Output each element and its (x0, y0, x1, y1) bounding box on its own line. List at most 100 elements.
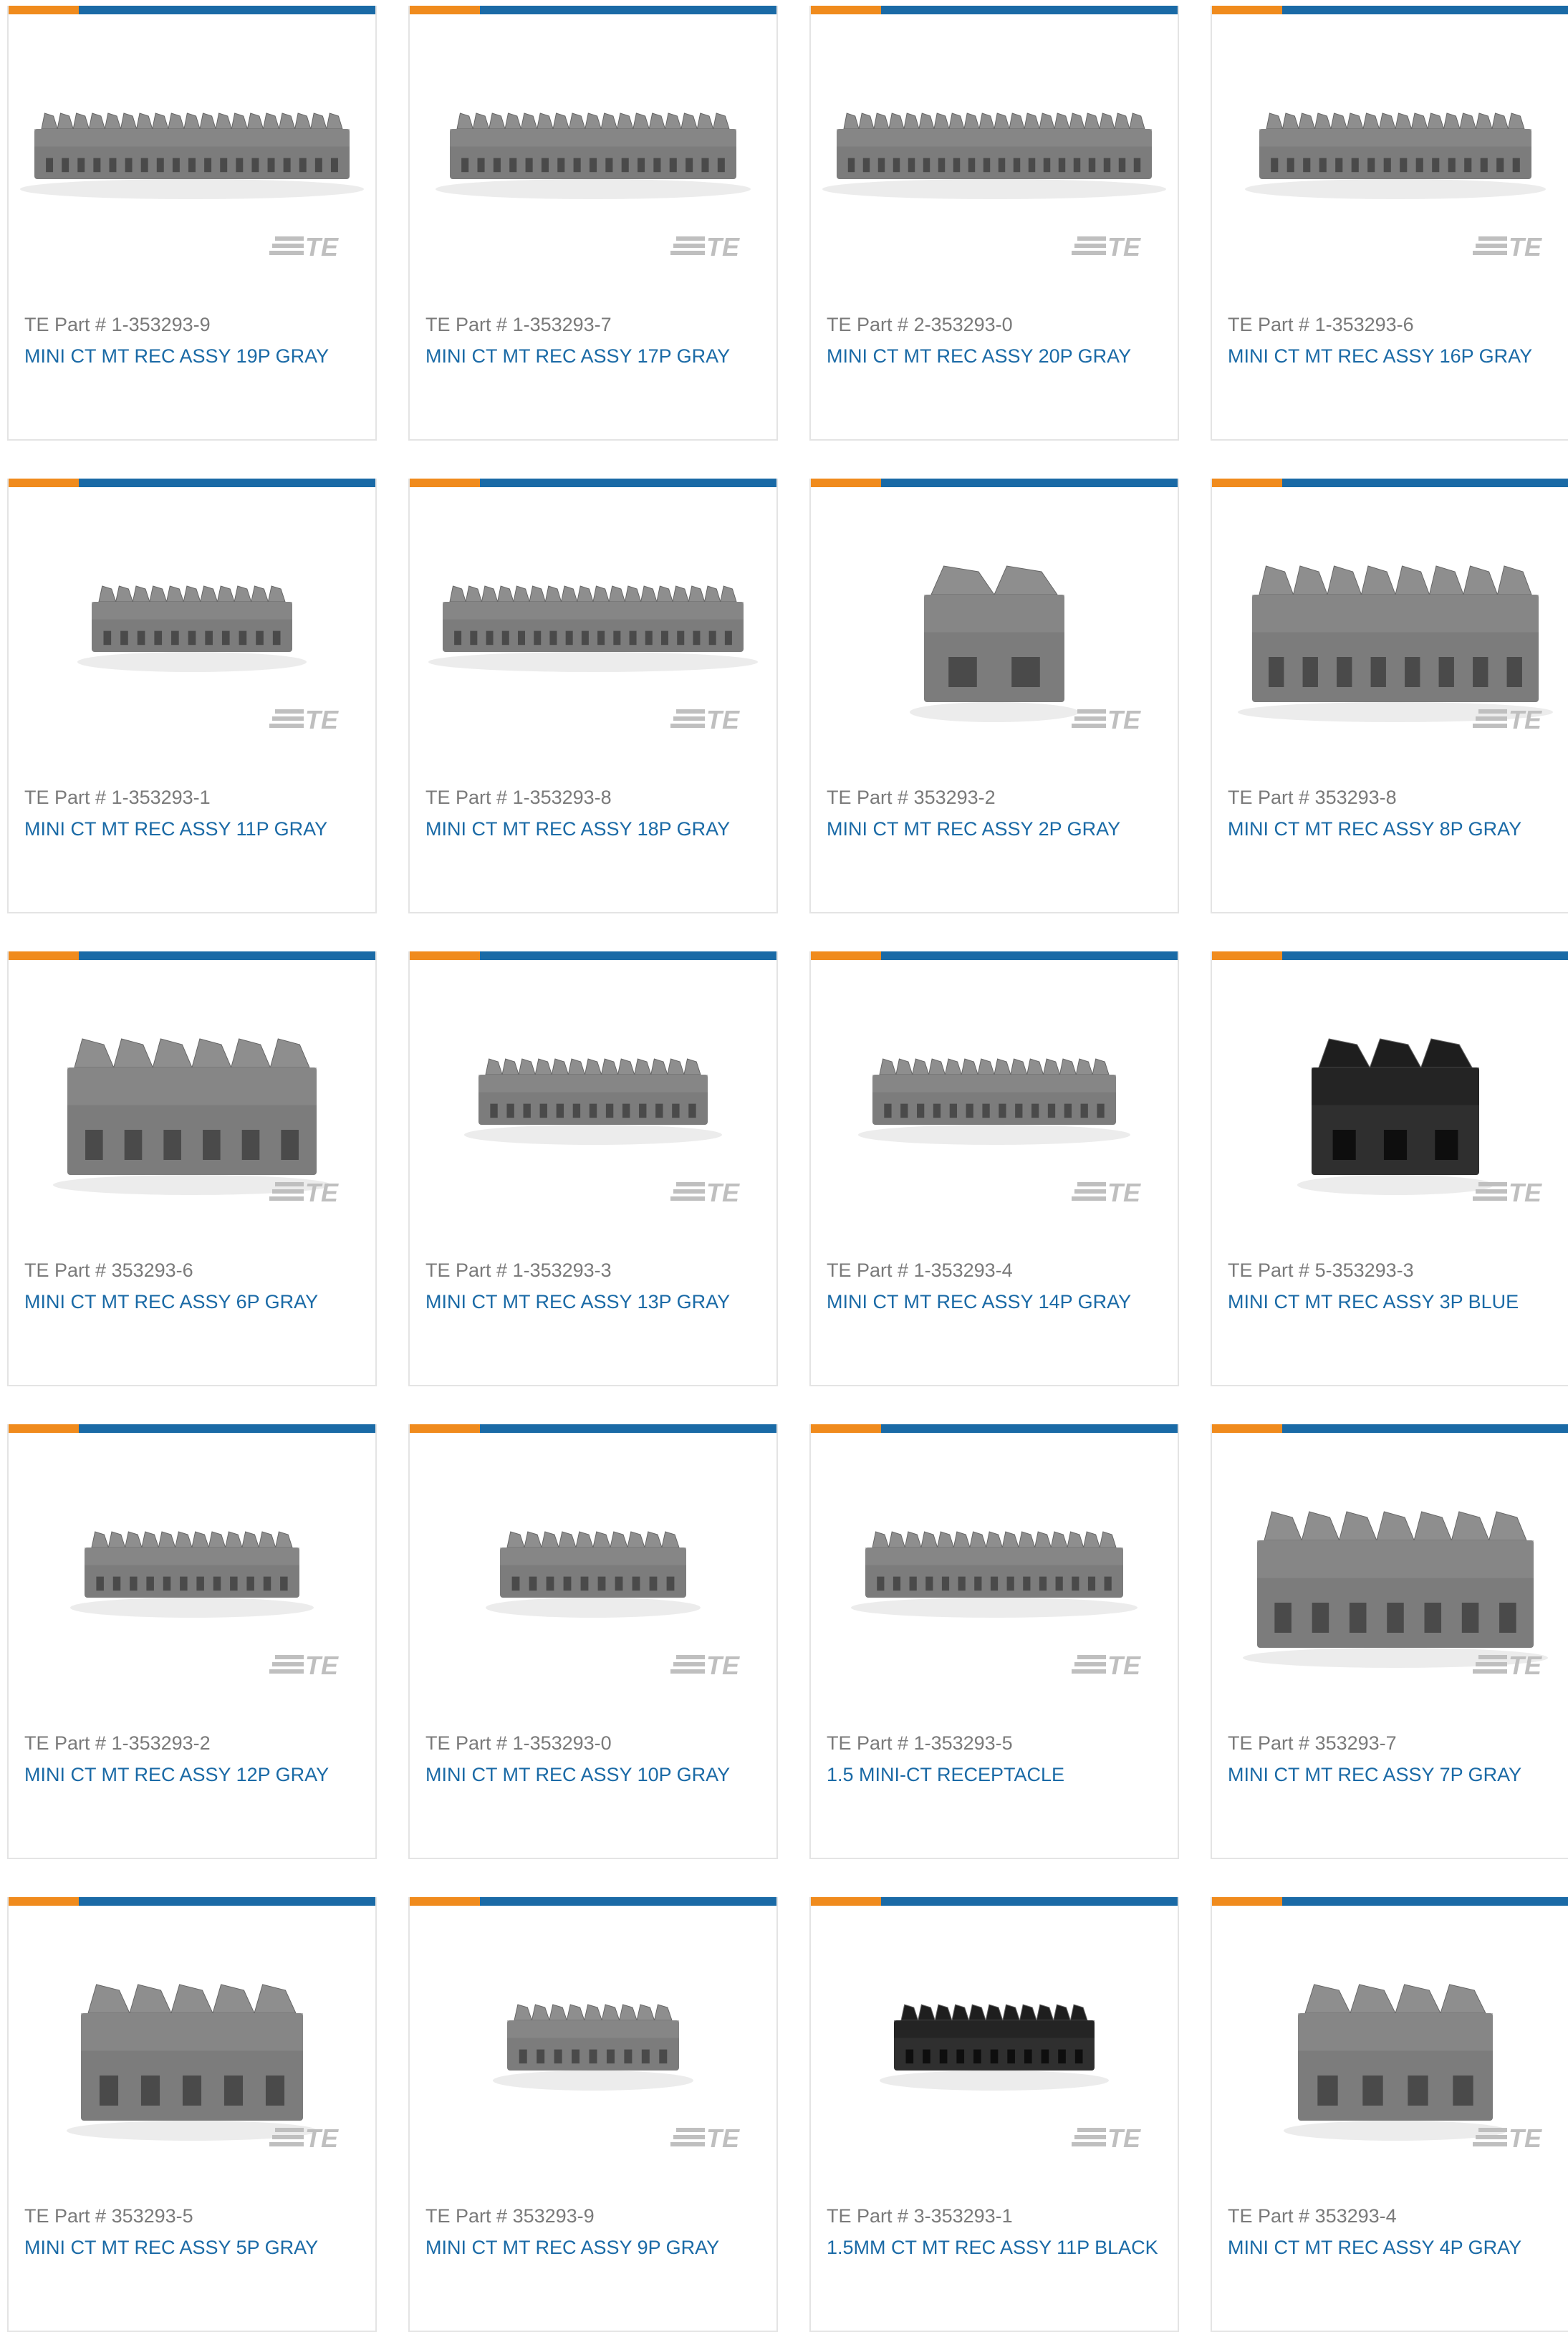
product-name-link[interactable]: MINI CT MT REC ASSY 14P GRAY (827, 1291, 1131, 1313)
product-card[interactable]: TE TE Part # 1-353293-2 MINI CT MT REC ASS… (7, 1424, 377, 1859)
part-number-label: TE Part # (24, 1732, 107, 1754)
part-number: TE Part # 353293-2 (827, 787, 996, 809)
product-name-link[interactable]: MINI CT MT REC ASSY 10P GRAY (425, 1764, 730, 1786)
product-name-link[interactable]: MINI CT MT REC ASSY 5P GRAY (24, 2237, 318, 2259)
product-name-link[interactable]: MINI CT MT REC ASSY 8P GRAY (1228, 818, 1521, 840)
part-number-value: 353293-6 (111, 1259, 193, 1281)
product-image[interactable]: TE (410, 487, 776, 759)
product-name-link[interactable]: MINI CT MT REC ASSY 16P GRAY (1228, 345, 1532, 368)
product-name-link[interactable]: MINI CT MT REC ASSY 18P GRAY (425, 818, 730, 840)
svg-text:TE: TE (1509, 705, 1542, 734)
product-image[interactable]: TE (811, 1906, 1178, 2178)
svg-text:TE: TE (1107, 1178, 1141, 1207)
part-number: TE Part # 5-353293-3 (1228, 1259, 1414, 1282)
product-name-link[interactable]: MINI CT MT REC ASSY 20P GRAY (827, 345, 1131, 368)
part-number-value: 1-353293-3 (512, 1259, 612, 1281)
part-number-value: 3-353293-1 (913, 2205, 1013, 2227)
product-image[interactable]: TE (9, 1433, 375, 1705)
product-card[interactable]: TE TE Part # 353293-7 MINI CT MT REC ASSY … (1211, 1424, 1568, 1859)
product-name-link[interactable]: MINI CT MT REC ASSY 6P GRAY (24, 1291, 318, 1313)
part-number-label: TE Part # (827, 314, 909, 335)
product-name-link[interactable]: MINI CT MT REC ASSY 12P GRAY (24, 1764, 329, 1786)
product-image[interactable]: TE (811, 487, 1178, 759)
product-name-link[interactable]: MINI CT MT REC ASSY 2P GRAY (827, 818, 1120, 840)
product-name-link[interactable]: MINI CT MT REC ASSY 13P GRAY (425, 1291, 730, 1313)
svg-text:TE: TE (305, 2124, 339, 2153)
product-image[interactable]: TE (811, 14, 1178, 287)
card-accent-bar (410, 1897, 776, 1906)
part-number-value: 1-353293-0 (512, 1732, 612, 1754)
card-accent-bar (811, 951, 1178, 960)
product-image[interactable]: TE (1212, 1906, 1568, 2178)
product-image[interactable]: TE (9, 14, 375, 287)
product-card[interactable]: TE TE Part # 1-353293-0 MINI CT MT REC ASS… (408, 1424, 778, 1859)
part-number: TE Part # 353293-7 (1228, 1732, 1397, 1755)
part-number-label: TE Part # (827, 787, 909, 808)
product-image[interactable]: TE (9, 960, 375, 1232)
svg-text:TE: TE (706, 1651, 740, 1680)
product-card[interactable]: TE TE Part # 1-353293-9 MINI CT MT REC ASS… (7, 6, 377, 441)
part-number-value: 353293-2 (913, 787, 996, 808)
product-image[interactable]: TE (1212, 487, 1568, 759)
product-name-link[interactable]: MINI CT MT REC ASSY 9P GRAY (425, 2237, 719, 2259)
part-number-value: 1-353293-7 (512, 314, 612, 335)
product-card[interactable]: TE TE Part # 5-353293-3 MINI CT MT REC ASS… (1211, 951, 1568, 1386)
product-card[interactable]: TE TE Part # 353293-6 MINI CT MT REC ASSY … (7, 951, 377, 1386)
part-number-value: 353293-4 (1314, 2205, 1397, 2227)
part-number: TE Part # 1-353293-8 (425, 787, 612, 809)
product-name-link[interactable]: 1.5MM CT MT REC ASSY 11P BLACK (827, 2237, 1158, 2259)
product-image[interactable]: TE (1212, 960, 1568, 1232)
product-image[interactable]: TE (1212, 1433, 1568, 1705)
card-accent-bar (410, 479, 776, 487)
part-number-label: TE Part # (1228, 1732, 1310, 1754)
product-card[interactable]: TE TE Part # 3-353293-1 1.5MM CT MT REC AS… (809, 1897, 1179, 2332)
part-number-value: 1-353293-4 (913, 1259, 1013, 1281)
product-image[interactable]: TE (9, 487, 375, 759)
product-name-link[interactable]: MINI CT MT REC ASSY 4P GRAY (1228, 2237, 1521, 2259)
product-card[interactable]: TE TE Part # 1-353293-5 1.5 MINI-CT RECEPT… (809, 1424, 1179, 1859)
product-card[interactable]: TE TE Part # 1-353293-8 MINI CT MT REC ASS… (408, 479, 778, 913)
part-number-value: 353293-9 (512, 2205, 595, 2227)
product-image[interactable]: TE (410, 1433, 776, 1705)
product-card[interactable]: TE TE Part # 353293-2 MINI CT MT REC ASSY … (809, 479, 1179, 913)
product-image[interactable]: TE (9, 1906, 375, 2178)
card-accent-bar (1212, 1424, 1568, 1433)
product-image[interactable]: TE (811, 960, 1178, 1232)
product-image[interactable]: TE (1212, 14, 1568, 287)
product-name-link[interactable]: MINI CT MT REC ASSY 11P GRAY (24, 818, 327, 840)
product-image[interactable]: TE (811, 1433, 1178, 1705)
product-name-link[interactable]: MINI CT MT REC ASSY 17P GRAY (425, 345, 730, 368)
product-card[interactable]: TE TE Part # 1-353293-6 MINI CT MT REC ASS… (1211, 6, 1568, 441)
product-card[interactable]: TE TE Part # 1-353293-7 MINI CT MT REC ASS… (408, 6, 778, 441)
part-number: TE Part # 1-353293-9 (24, 314, 211, 336)
part-number-label: TE Part # (425, 1732, 508, 1754)
product-image[interactable]: TE (410, 14, 776, 287)
part-number: TE Part # 1-353293-3 (425, 1259, 612, 1282)
product-card[interactable]: TE TE Part # 1-353293-4 MINI CT MT REC ASS… (809, 951, 1179, 1386)
product-name-link[interactable]: MINI CT MT REC ASSY 7P GRAY (1228, 1764, 1521, 1786)
part-number-value: 1-353293-2 (111, 1732, 211, 1754)
card-accent-bar (410, 6, 776, 14)
product-card[interactable]: TE TE Part # 2-353293-0 MINI CT MT REC ASS… (809, 6, 1179, 441)
part-number-label: TE Part # (24, 1259, 107, 1281)
product-card[interactable]: TE TE Part # 353293-8 MINI CT MT REC ASSY … (1211, 479, 1568, 913)
part-number: TE Part # 3-353293-1 (827, 2205, 1013, 2227)
product-image[interactable]: TE (410, 1906, 776, 2178)
card-accent-bar (9, 951, 375, 960)
product-card[interactable]: TE TE Part # 353293-9 MINI CT MT REC ASSY … (408, 1897, 778, 2332)
product-name-link[interactable]: MINI CT MT REC ASSY 19P GRAY (24, 345, 329, 368)
product-card[interactable]: TE TE Part # 353293-5 MINI CT MT REC ASSY … (7, 1897, 377, 2332)
product-card[interactable]: TE TE Part # 1-353293-1 MINI CT MT REC ASS… (7, 479, 377, 913)
product-name-link[interactable]: MINI CT MT REC ASSY 3P BLUE (1228, 1291, 1519, 1313)
part-number-label: TE Part # (425, 787, 508, 808)
card-accent-bar (9, 1424, 375, 1433)
part-number-label: TE Part # (827, 2205, 909, 2227)
product-card[interactable]: TE TE Part # 353293-4 MINI CT MT REC ASSY … (1211, 1897, 1568, 2332)
product-image[interactable]: TE (410, 960, 776, 1232)
card-accent-bar (9, 479, 375, 487)
product-name-link[interactable]: 1.5 MINI-CT RECEPTACLE (827, 1764, 1064, 1786)
card-accent-bar (9, 1897, 375, 1906)
product-card[interactable]: TE TE Part # 1-353293-3 MINI CT MT REC ASS… (408, 951, 778, 1386)
product-grid: TE TE Part # 1-353293-9 MINI CT MT REC ASS… (0, 0, 1568, 2332)
part-number-label: TE Part # (1228, 787, 1310, 808)
